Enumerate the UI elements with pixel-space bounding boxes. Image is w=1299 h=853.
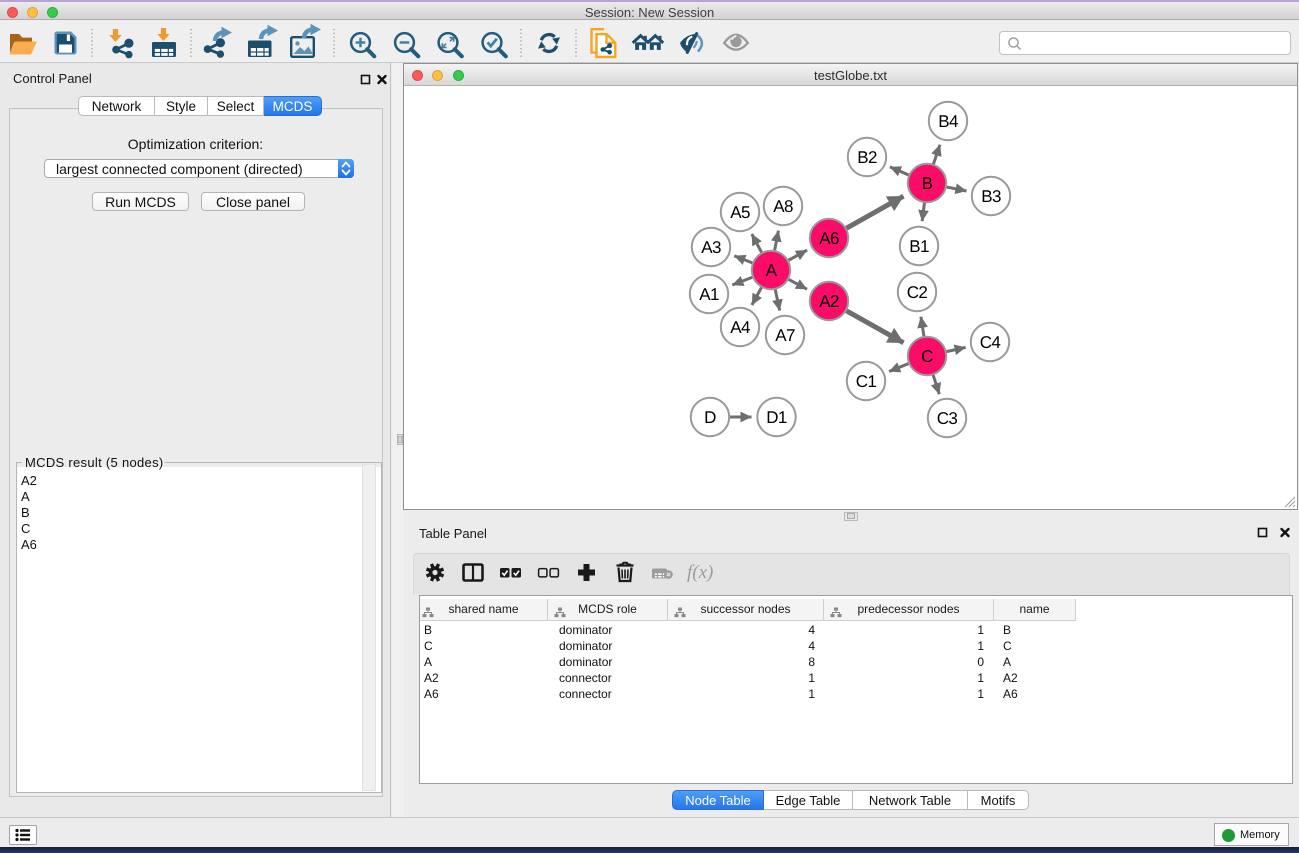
- svg-text:C4: C4: [980, 333, 1001, 352]
- svg-text:A: A: [766, 261, 778, 280]
- svg-text:A6: A6: [819, 229, 839, 248]
- svg-text:D: D: [704, 408, 716, 427]
- svg-text:C: C: [921, 347, 933, 366]
- svg-text:A7: A7: [775, 326, 795, 345]
- svg-text:B3: B3: [981, 187, 1001, 206]
- svg-text:B2: B2: [857, 148, 877, 167]
- svg-text:A5: A5: [730, 203, 750, 222]
- svg-text:B: B: [922, 174, 933, 193]
- svg-text:B1: B1: [909, 237, 929, 256]
- svg-text:B4: B4: [938, 112, 958, 131]
- svg-text:A3: A3: [701, 238, 721, 257]
- svg-text:f(x): f(x): [687, 562, 713, 583]
- svg-text:D1: D1: [766, 408, 787, 427]
- svg-text:C2: C2: [907, 283, 928, 302]
- svg-text:C3: C3: [937, 409, 958, 428]
- svg-text:A2: A2: [819, 292, 839, 311]
- svg-text:A1: A1: [699, 285, 719, 304]
- svg-text:A4: A4: [730, 318, 750, 337]
- svg-text:A8: A8: [773, 197, 793, 216]
- svg-text:C1: C1: [856, 372, 877, 391]
